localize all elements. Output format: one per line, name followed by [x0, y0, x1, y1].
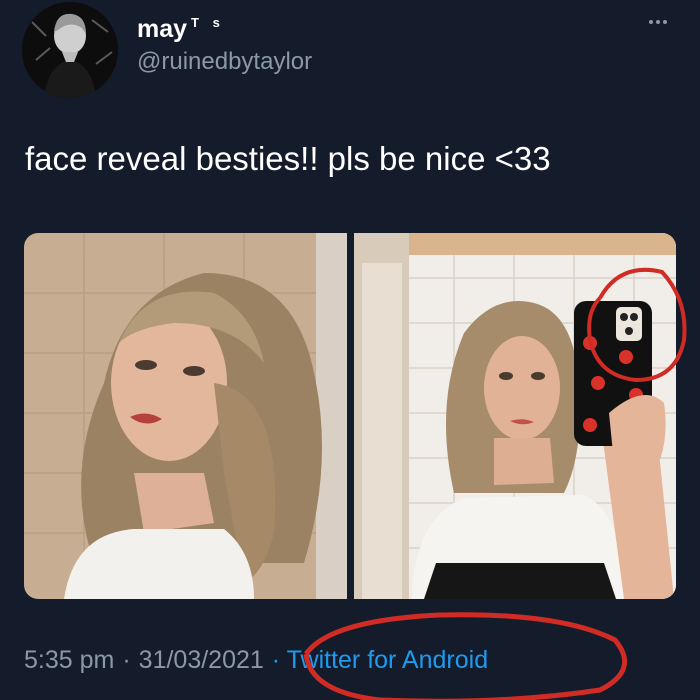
tweet-source-label[interactable]: Twitter for Android [287, 646, 488, 674]
tweet-source[interactable]: · Twitter for Android [272, 646, 488, 675]
portrait-image [24, 233, 347, 599]
profile-avatar-icon [22, 2, 118, 98]
photo-mirror-selfie[interactable] [354, 233, 676, 599]
author-name-row[interactable]: may T s [137, 14, 225, 44]
tweet-source-separator: · [271, 646, 281, 674]
more-options-icon-dot [656, 20, 660, 24]
photo-portrait[interactable] [24, 233, 347, 599]
tweet-date[interactable]: 31/03/2021 [139, 646, 264, 675]
meta-separator: · [122, 646, 131, 674]
profile-avatar[interactable] [22, 2, 118, 98]
tweet-time[interactable]: 5:35 pm [24, 646, 114, 675]
more-options-icon-dot [663, 20, 667, 24]
tweet-meta: 5:35 pm · 31/03/2021 · Twitter for Andro… [24, 646, 488, 675]
author-name-suffix: T s [191, 15, 225, 30]
tweet-media[interactable] [24, 233, 676, 599]
author-display-name[interactable]: may [137, 14, 187, 44]
author-handle[interactable]: @ruinedbytaylor [137, 48, 312, 76]
tweet-text: face reveal besties!! pls be nice <33 [25, 140, 551, 177]
more-options-icon [649, 20, 653, 24]
mirror-selfie-image [354, 233, 676, 599]
more-options-button[interactable] [640, 8, 676, 36]
